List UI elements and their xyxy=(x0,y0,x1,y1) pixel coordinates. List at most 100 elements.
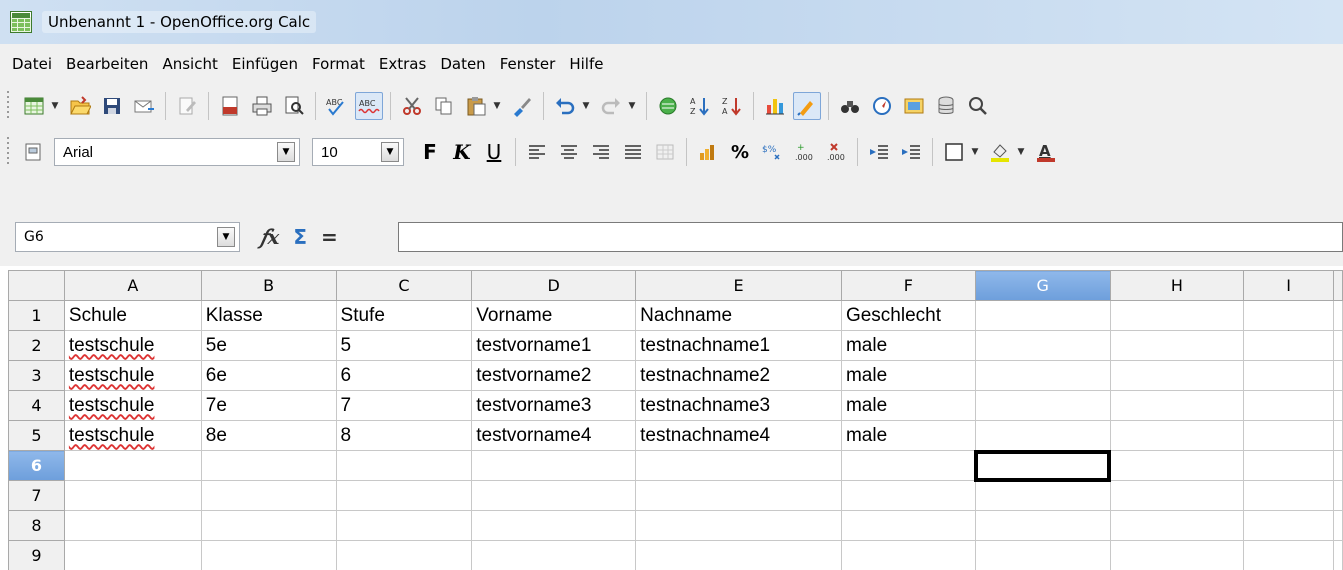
column-header[interactable]: C xyxy=(335,270,473,301)
menu-daten[interactable]: Daten xyxy=(433,55,492,73)
cell-C4[interactable]: 7 xyxy=(335,390,473,421)
add-decimal-place-icon[interactable]: + .000 xyxy=(790,138,818,166)
cell-I5[interactable] xyxy=(1243,420,1334,451)
cell-A8[interactable] xyxy=(63,510,202,541)
cell-H8[interactable] xyxy=(1109,510,1245,541)
cell-G6[interactable] xyxy=(974,449,1112,482)
cell-overflow[interactable] xyxy=(1333,420,1343,451)
cell-E5[interactable]: testnachname4 xyxy=(635,420,842,451)
cell-overflow[interactable] xyxy=(1333,540,1343,570)
cell-H1[interactable] xyxy=(1109,300,1245,331)
redo-icon[interactable] xyxy=(597,92,625,120)
cell-D8[interactable] xyxy=(471,510,637,541)
row-header-selected[interactable]: 6 xyxy=(8,450,65,481)
cell-overflow[interactable] xyxy=(1333,450,1343,481)
cell-D6[interactable] xyxy=(471,450,637,481)
cell-F3[interactable]: male xyxy=(840,360,976,391)
save-icon[interactable] xyxy=(98,92,126,120)
navigator-icon[interactable] xyxy=(868,92,896,120)
background-color-icon[interactable] xyxy=(986,138,1014,166)
cut-icon[interactable] xyxy=(398,92,426,120)
row-header[interactable]: 2 xyxy=(8,330,65,361)
cell-overflow[interactable] xyxy=(1333,510,1343,541)
cell-G9[interactable] xyxy=(974,540,1111,570)
cell-B1[interactable]: Klasse xyxy=(200,300,337,331)
column-header[interactable]: B xyxy=(200,270,337,301)
new-document-icon[interactable] xyxy=(20,92,48,120)
edit-file-icon[interactable] xyxy=(173,92,201,120)
cell-D1[interactable]: Vorname xyxy=(471,300,637,331)
cell-A6[interactable] xyxy=(63,450,202,481)
toolbar-grip[interactable] xyxy=(4,137,12,167)
borders-icon[interactable] xyxy=(940,138,968,166)
cell-I8[interactable] xyxy=(1243,510,1334,541)
cell-D9[interactable] xyxy=(471,540,637,570)
cell-A1[interactable]: Schule xyxy=(63,300,202,331)
cell-G5[interactable] xyxy=(974,420,1111,451)
cell-B4[interactable]: 7e xyxy=(200,390,337,421)
paste-dropdown-icon[interactable]: ▼ xyxy=(492,101,502,111)
cell-G4[interactable] xyxy=(974,390,1111,421)
undo-dropdown-icon[interactable]: ▼ xyxy=(581,101,591,111)
align-right-icon[interactable] xyxy=(587,138,615,166)
cell-H3[interactable] xyxy=(1109,360,1245,391)
delete-decimal-place-icon[interactable]: .000 xyxy=(822,138,850,166)
cell-E2[interactable]: testnachname1 xyxy=(635,330,842,361)
cell-G8[interactable] xyxy=(974,510,1111,541)
cell-G3[interactable] xyxy=(974,360,1111,391)
zoom-icon[interactable] xyxy=(964,92,992,120)
redo-dropdown-icon[interactable]: ▼ xyxy=(627,101,637,111)
font-size-combo[interactable]: 10 ▼ xyxy=(312,138,404,166)
bold-button[interactable]: F xyxy=(416,138,444,166)
email-icon[interactable] xyxy=(130,92,158,120)
row-header[interactable]: 9 xyxy=(8,540,65,570)
sort-ascending-icon[interactable]: AZ xyxy=(686,92,714,120)
column-header-selected[interactable]: G xyxy=(974,270,1111,301)
cell-E7[interactable] xyxy=(635,480,842,511)
name-box[interactable]: G6 ▼ xyxy=(15,222,240,252)
row-header[interactable]: 8 xyxy=(8,510,65,541)
cell-I6[interactable] xyxy=(1243,450,1334,481)
cell-F5[interactable]: male xyxy=(840,420,976,451)
formula-input[interactable] xyxy=(398,222,1343,252)
cell-C3[interactable]: 6 xyxy=(335,360,473,391)
cell-I9[interactable] xyxy=(1243,540,1334,570)
cell-E8[interactable] xyxy=(635,510,842,541)
cell-overflow[interactable] xyxy=(1333,390,1343,421)
cell-E1[interactable]: Nachname xyxy=(635,300,842,331)
cell-overflow[interactable] xyxy=(1333,360,1343,391)
menu-ansicht[interactable]: Ansicht xyxy=(155,55,224,73)
gallery-icon[interactable] xyxy=(900,92,928,120)
cell-F1[interactable]: Geschlecht xyxy=(840,300,976,331)
format-paintbrush-icon[interactable] xyxy=(508,92,536,120)
function-equals-icon[interactable]: = xyxy=(321,225,338,249)
row-header[interactable]: 7 xyxy=(8,480,65,511)
cell-overflow[interactable] xyxy=(1333,330,1343,361)
cell-F9[interactable] xyxy=(840,540,976,570)
styles-formatting-icon[interactable] xyxy=(20,138,48,166)
row-header[interactable]: 5 xyxy=(8,420,65,451)
cell-C1[interactable]: Stufe xyxy=(335,300,473,331)
align-left-icon[interactable] xyxy=(523,138,551,166)
cell-D5[interactable]: testvorname4 xyxy=(471,420,637,451)
spellcheck-icon[interactable]: ABC xyxy=(323,92,351,120)
decrease-indent-icon[interactable] xyxy=(865,138,893,166)
cell-F6[interactable] xyxy=(840,450,976,481)
increase-indent-icon[interactable] xyxy=(897,138,925,166)
autospellcheck-icon[interactable]: ABC xyxy=(355,92,383,120)
cell-I2[interactable] xyxy=(1243,330,1334,361)
cell-G1[interactable] xyxy=(974,300,1111,331)
cell-H7[interactable] xyxy=(1109,480,1245,511)
paste-icon[interactable] xyxy=(462,92,490,120)
cell-C5[interactable]: 8 xyxy=(335,420,473,451)
cell-E4[interactable]: testnachname3 xyxy=(635,390,842,421)
standard-number-format-icon[interactable]: $% xyxy=(758,138,786,166)
sum-icon[interactable]: Σ xyxy=(293,225,307,249)
percent-format-icon[interactable]: % xyxy=(726,138,754,166)
currency-format-icon[interactable] xyxy=(694,138,722,166)
cell-H4[interactable] xyxy=(1109,390,1245,421)
menu-einfuegen[interactable]: Einfügen xyxy=(225,55,305,73)
chevron-down-icon[interactable]: ▼ xyxy=(217,227,235,247)
row-header[interactable]: 4 xyxy=(8,390,65,421)
sort-descending-icon[interactable]: ZA xyxy=(718,92,746,120)
